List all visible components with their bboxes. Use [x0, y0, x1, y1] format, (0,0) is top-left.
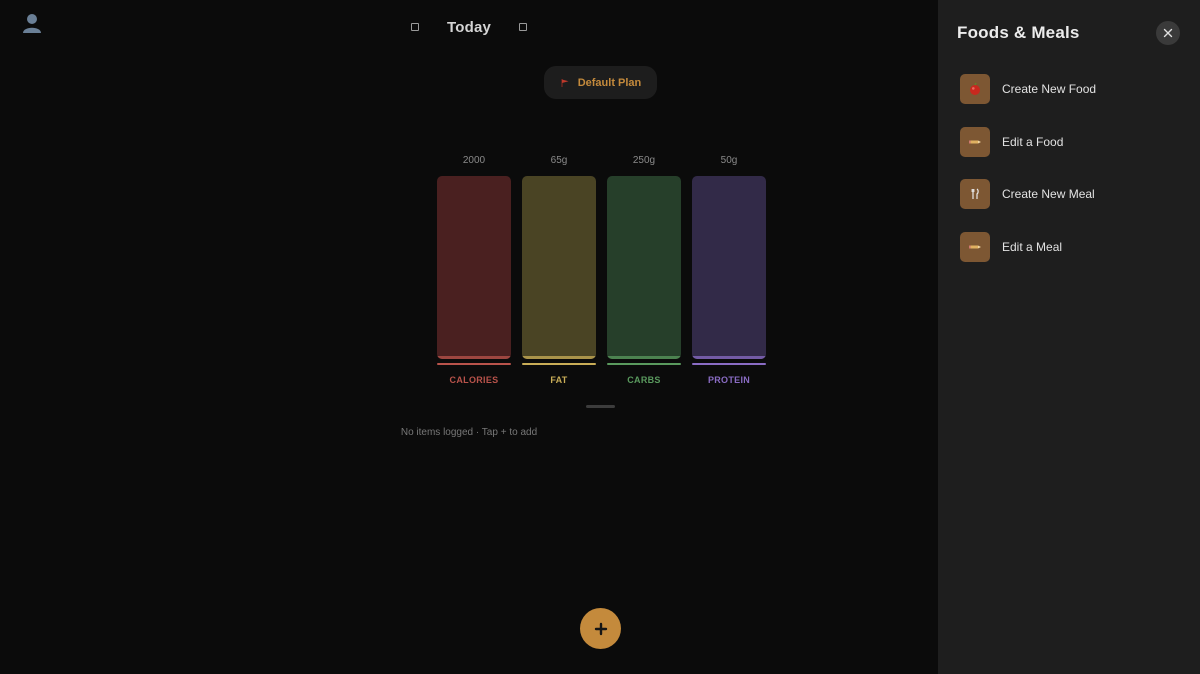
edit-meal-button[interactable]: Edit a Meal: [960, 231, 1190, 262]
flag-icon: [561, 78, 569, 87]
utensils-icon: [971, 188, 979, 199]
menu-icon-box: [960, 126, 990, 157]
panel-menu: Create New Food Edit a Food Create New M…: [960, 74, 1190, 284]
pencil-icon: [969, 140, 981, 143]
macro-baseline: [607, 363, 681, 365]
empty-log-message: No items logged · Tap + to add: [0, 427, 938, 438]
macro-bar-calories[interactable]: 2000 CALORIES: [437, 154, 511, 385]
macro-baseline: [692, 363, 766, 365]
macro-baseline: [522, 363, 596, 365]
edit-food-button[interactable]: Edit a Food: [960, 126, 1190, 157]
macro-bars: 2000 CALORIES 65g FAT 250g CARBS 50g PROTEIN: [437, 154, 766, 385]
menu-icon-box: [960, 231, 990, 262]
date-title: Today: [446, 18, 492, 36]
macro-baseline: [437, 363, 511, 365]
next-day-button[interactable]: [519, 23, 528, 31]
menu-label: Edit a Food: [1002, 134, 1064, 149]
macro-track: [607, 176, 681, 359]
macro-track: [522, 176, 596, 359]
create-new-meal-button[interactable]: Create New Meal: [960, 179, 1190, 209]
section-divider: [586, 405, 615, 408]
panel-title: Foods & Meals: [957, 23, 1080, 42]
close-icon: [1163, 28, 1173, 38]
menu-label: Create New Food: [1002, 82, 1097, 96]
plan-selector-button[interactable]: Default Plan: [544, 66, 657, 99]
macro-label: CARBS: [627, 375, 661, 385]
empty-log-text: No items logged · Tap + to add: [400, 427, 538, 438]
plus-icon: [594, 622, 607, 635]
macro-goal: 250g: [632, 155, 656, 166]
add-item-button[interactable]: [580, 608, 621, 649]
macro-track: [692, 176, 766, 359]
apple-icon: [970, 82, 980, 95]
menu-label: Edit a Meal: [1002, 239, 1063, 254]
macro-bar-fat[interactable]: 65g FAT: [522, 154, 596, 385]
pencil-icon: [969, 245, 981, 248]
previous-day-button[interactable]: [410, 23, 419, 31]
macro-bar-protein[interactable]: 50g PROTEIN: [692, 154, 766, 385]
macro-track: [437, 176, 511, 359]
macro-bar-carbs[interactable]: 250g CARBS: [607, 154, 681, 385]
macro-label: PROTEIN: [707, 375, 751, 385]
macro-track-edge: [692, 356, 766, 359]
create-new-food-button[interactable]: Create New Food: [960, 74, 1190, 104]
macro-label: FAT: [550, 375, 568, 385]
main-panel: Today Default Plan 2000 CALORIES 65g FAT 250…: [0, 0, 938, 674]
close-panel-button[interactable]: [1156, 21, 1180, 45]
macro-track-edge: [522, 356, 596, 359]
macro-goal: 50g: [720, 155, 738, 166]
date-navigator: Today: [0, 14, 938, 40]
macro-track-edge: [437, 356, 511, 359]
app-root: Today Default Plan 2000 CALORIES 65g FAT 250…: [0, 0, 1200, 674]
plan-label: Default Plan: [577, 76, 642, 89]
macro-track-edge: [607, 356, 681, 359]
menu-icon-box: [960, 179, 990, 209]
macro-goal: 65g: [550, 155, 568, 166]
macro-label: CALORIES: [449, 375, 499, 385]
foods-meals-panel: Foods & Meals Create New Food Edit a Foo…: [938, 0, 1200, 674]
menu-label: Create New Meal: [1002, 187, 1095, 201]
menu-icon-box: [960, 74, 990, 104]
macro-goal: 2000: [462, 155, 486, 166]
